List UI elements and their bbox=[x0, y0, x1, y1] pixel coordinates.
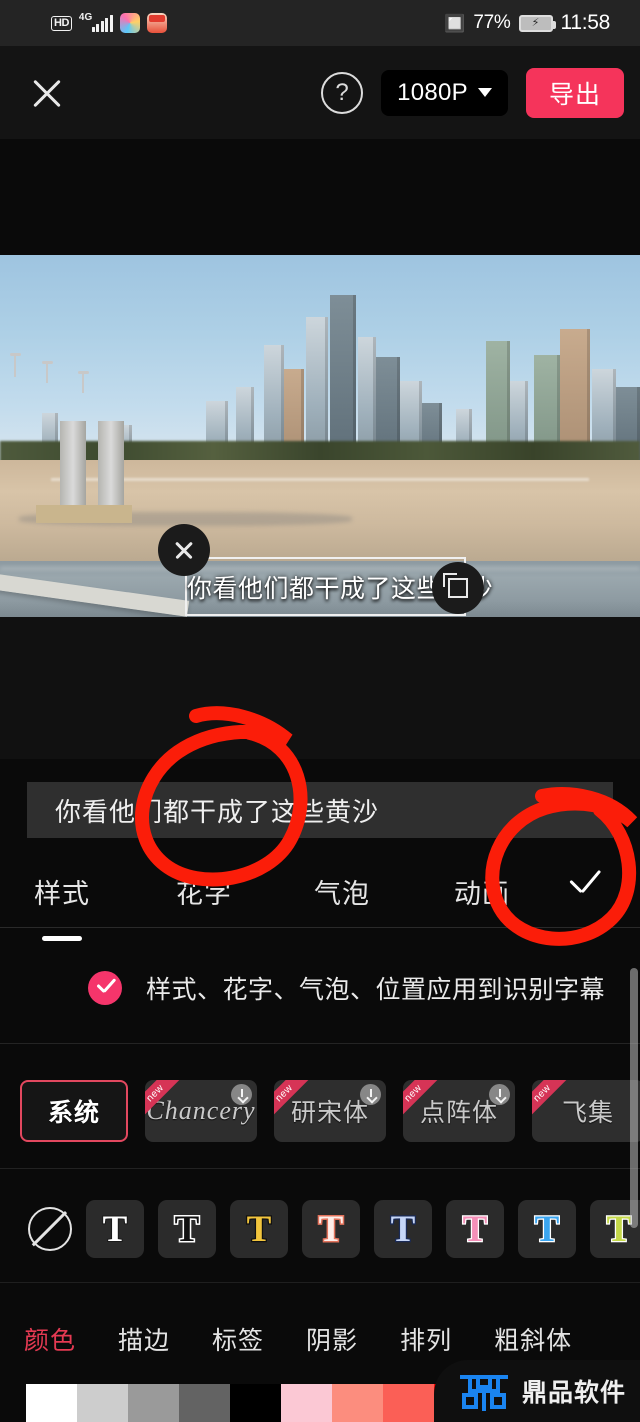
pier-base bbox=[36, 505, 132, 523]
tab-color[interactable]: 颜色 bbox=[24, 1321, 76, 1357]
fonts-divider bbox=[0, 1168, 640, 1169]
signal-icon: 4G bbox=[78, 11, 113, 32]
caption-overlay-box[interactable]: 你看他们都干成了这些黄沙 bbox=[185, 557, 494, 616]
tab-label[interactable]: 标签 bbox=[212, 1321, 264, 1357]
style-preset-list[interactable]: T T T T T T T T bbox=[0, 1198, 640, 1260]
caption-text-value: 你看他们都干成了这些黄沙 bbox=[55, 796, 380, 827]
confirm-checkmark-icon[interactable] bbox=[562, 868, 608, 914]
close-icon[interactable] bbox=[20, 66, 74, 120]
bridge-pier bbox=[60, 421, 86, 513]
bluetooth-icon: 🔲 bbox=[444, 13, 466, 33]
color-swatch[interactable] bbox=[332, 1384, 383, 1422]
color-swatch[interactable] bbox=[77, 1384, 128, 1422]
street-lamp bbox=[10, 353, 21, 377]
close-icon bbox=[172, 538, 196, 562]
font-chip-feiji[interactable]: new 飞集 bbox=[532, 1080, 640, 1142]
export-button[interactable]: 导出 bbox=[526, 67, 624, 118]
toolbar-actions: ? 1080P 导出 bbox=[321, 67, 624, 118]
tab-bubble[interactable]: 气泡 bbox=[314, 872, 370, 911]
street-lamp bbox=[42, 361, 53, 383]
no-style-icon[interactable] bbox=[28, 1207, 72, 1251]
apply-divider bbox=[0, 1043, 640, 1044]
download-icon[interactable] bbox=[360, 1084, 381, 1105]
watermark: 鼎品软件 bbox=[434, 1360, 640, 1422]
preset-lightblue-text[interactable]: T bbox=[374, 1200, 432, 1258]
battery-percent-label: 77% bbox=[473, 12, 511, 33]
chevron-down-icon bbox=[478, 88, 492, 97]
apply-checkbox-label: 样式、花字、气泡、位置应用到识别字幕 bbox=[146, 976, 606, 1004]
tab-animation[interactable]: 动画 bbox=[454, 872, 510, 911]
rotate-resize-icon bbox=[443, 573, 468, 598]
caption-rotate-handle[interactable] bbox=[432, 562, 484, 614]
apply-checkbox[interactable] bbox=[88, 971, 122, 1005]
preset-white-text[interactable]: T bbox=[86, 1200, 144, 1258]
editor-tabs: 样式 花字 气泡 动画 bbox=[0, 855, 640, 927]
alarm-app-icon bbox=[146, 13, 167, 33]
resolution-selector[interactable]: 1080P bbox=[381, 69, 508, 116]
status-bar: HD 4G 🔲 77% ⚡ 11:58 bbox=[0, 0, 640, 46]
font-name-label: 系统 bbox=[47, 1099, 100, 1127]
caption-overlay-text: 你看他们都干成了这些黄沙 bbox=[187, 574, 494, 603]
tab-fancy-text[interactable]: 花字 bbox=[176, 872, 232, 911]
hd-icon: HD bbox=[51, 15, 72, 31]
download-icon[interactable] bbox=[489, 1084, 510, 1105]
preset-salmon-text[interactable]: T bbox=[302, 1200, 360, 1258]
caption-delete-handle[interactable] bbox=[158, 524, 210, 576]
dingpin-logo-icon bbox=[460, 1375, 508, 1411]
font-chip-dianzhenti[interactable]: new 点阵体 bbox=[403, 1080, 515, 1142]
phone-screen: HD 4G 🔲 77% ⚡ 11:58 ? 1080P 导出 你看他们都干成了这… bbox=[0, 0, 640, 1422]
font-chip-chancery[interactable]: new Chancery bbox=[145, 1080, 257, 1142]
color-swatch[interactable] bbox=[128, 1384, 179, 1422]
preset-blue-text[interactable]: T bbox=[518, 1200, 576, 1258]
color-swatch[interactable] bbox=[281, 1384, 332, 1422]
network-type-label: 4G bbox=[78, 11, 93, 23]
tab-arrange[interactable]: 排列 bbox=[400, 1321, 452, 1357]
presets-divider bbox=[0, 1282, 640, 1283]
preset-black-text[interactable]: T bbox=[158, 1200, 216, 1258]
preset-pink-text[interactable]: T bbox=[446, 1200, 504, 1258]
tabs-divider bbox=[0, 927, 640, 928]
street-lamp bbox=[78, 371, 89, 393]
color-swatch[interactable] bbox=[230, 1384, 281, 1422]
status-bar-right: 🔲 77% ⚡ 11:58 bbox=[444, 11, 610, 35]
gallery-app-icon bbox=[119, 13, 140, 33]
style-option-tabs: 颜色 描边 标签 阴影 排列 粗斜体 bbox=[0, 1312, 640, 1366]
tab-stroke[interactable]: 描边 bbox=[118, 1321, 170, 1357]
font-name-label: 点阵体 bbox=[419, 1099, 498, 1127]
tab-shadow[interactable]: 阴影 bbox=[306, 1321, 358, 1357]
color-swatch[interactable] bbox=[383, 1384, 434, 1422]
tab-bold-italic[interactable]: 粗斜体 bbox=[494, 1321, 572, 1357]
clock-label: 11:58 bbox=[560, 11, 611, 34]
help-circle-icon[interactable]: ? bbox=[321, 71, 364, 114]
download-icon[interactable] bbox=[231, 1084, 252, 1105]
preset-yellow-text[interactable]: T bbox=[230, 1200, 288, 1258]
watermark-label: 鼎品软件 bbox=[522, 1379, 627, 1407]
color-swatch[interactable] bbox=[179, 1384, 230, 1422]
timeline-area[interactable] bbox=[0, 617, 640, 759]
caption-text-input[interactable]: 你看他们都干成了这些黄沙 bbox=[27, 782, 613, 838]
color-swatch[interactable] bbox=[26, 1384, 77, 1422]
status-bar-left: HD 4G bbox=[51, 11, 167, 33]
bridge-pier bbox=[98, 421, 124, 513]
resolution-label: 1080P bbox=[397, 78, 468, 106]
font-chip-system[interactable]: 系统 bbox=[20, 1080, 128, 1142]
top-toolbar: ? 1080P 导出 bbox=[0, 46, 640, 139]
apply-to-subtitles-row[interactable]: 样式、花字、气泡、位置应用到识别字幕 bbox=[0, 958, 640, 1018]
font-name-label: 飞集 bbox=[561, 1099, 614, 1127]
font-name-label: 研宋体 bbox=[290, 1099, 369, 1127]
font-chip-yansongti[interactable]: new 研宋体 bbox=[274, 1080, 386, 1142]
tab-style[interactable]: 样式 bbox=[34, 872, 90, 911]
battery-charging-icon: ⚡ bbox=[518, 14, 556, 32]
building bbox=[330, 295, 356, 465]
font-list[interactable]: 系统 new Chancery new 研宋体 new 点阵体 new 飞集 bbox=[0, 1076, 640, 1146]
vertical-scrollbar[interactable] bbox=[630, 968, 638, 1228]
